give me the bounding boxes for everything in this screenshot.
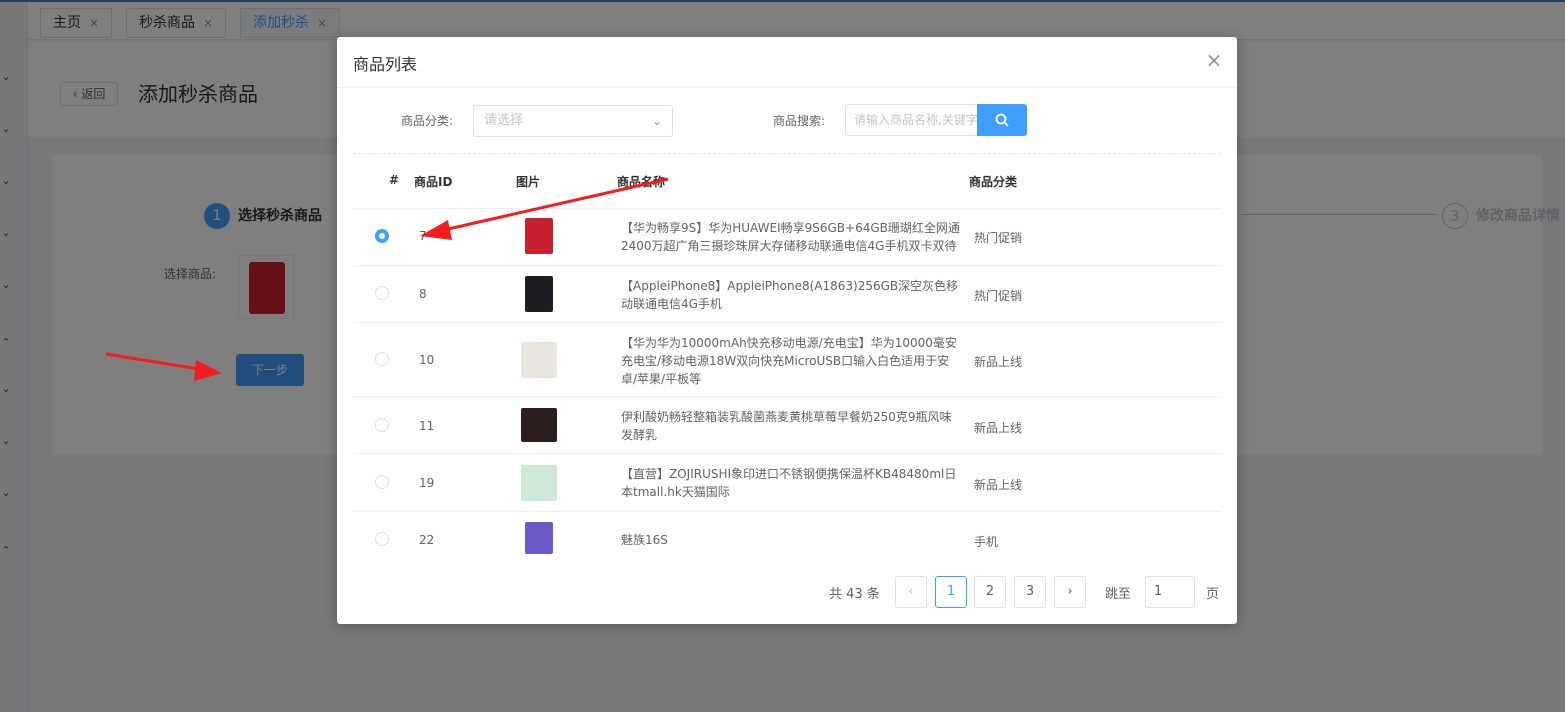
annotation-arrow-to-next <box>105 352 222 381</box>
annotation-arrow-to-row <box>420 177 669 240</box>
annotation-arrows <box>105 177 669 381</box>
